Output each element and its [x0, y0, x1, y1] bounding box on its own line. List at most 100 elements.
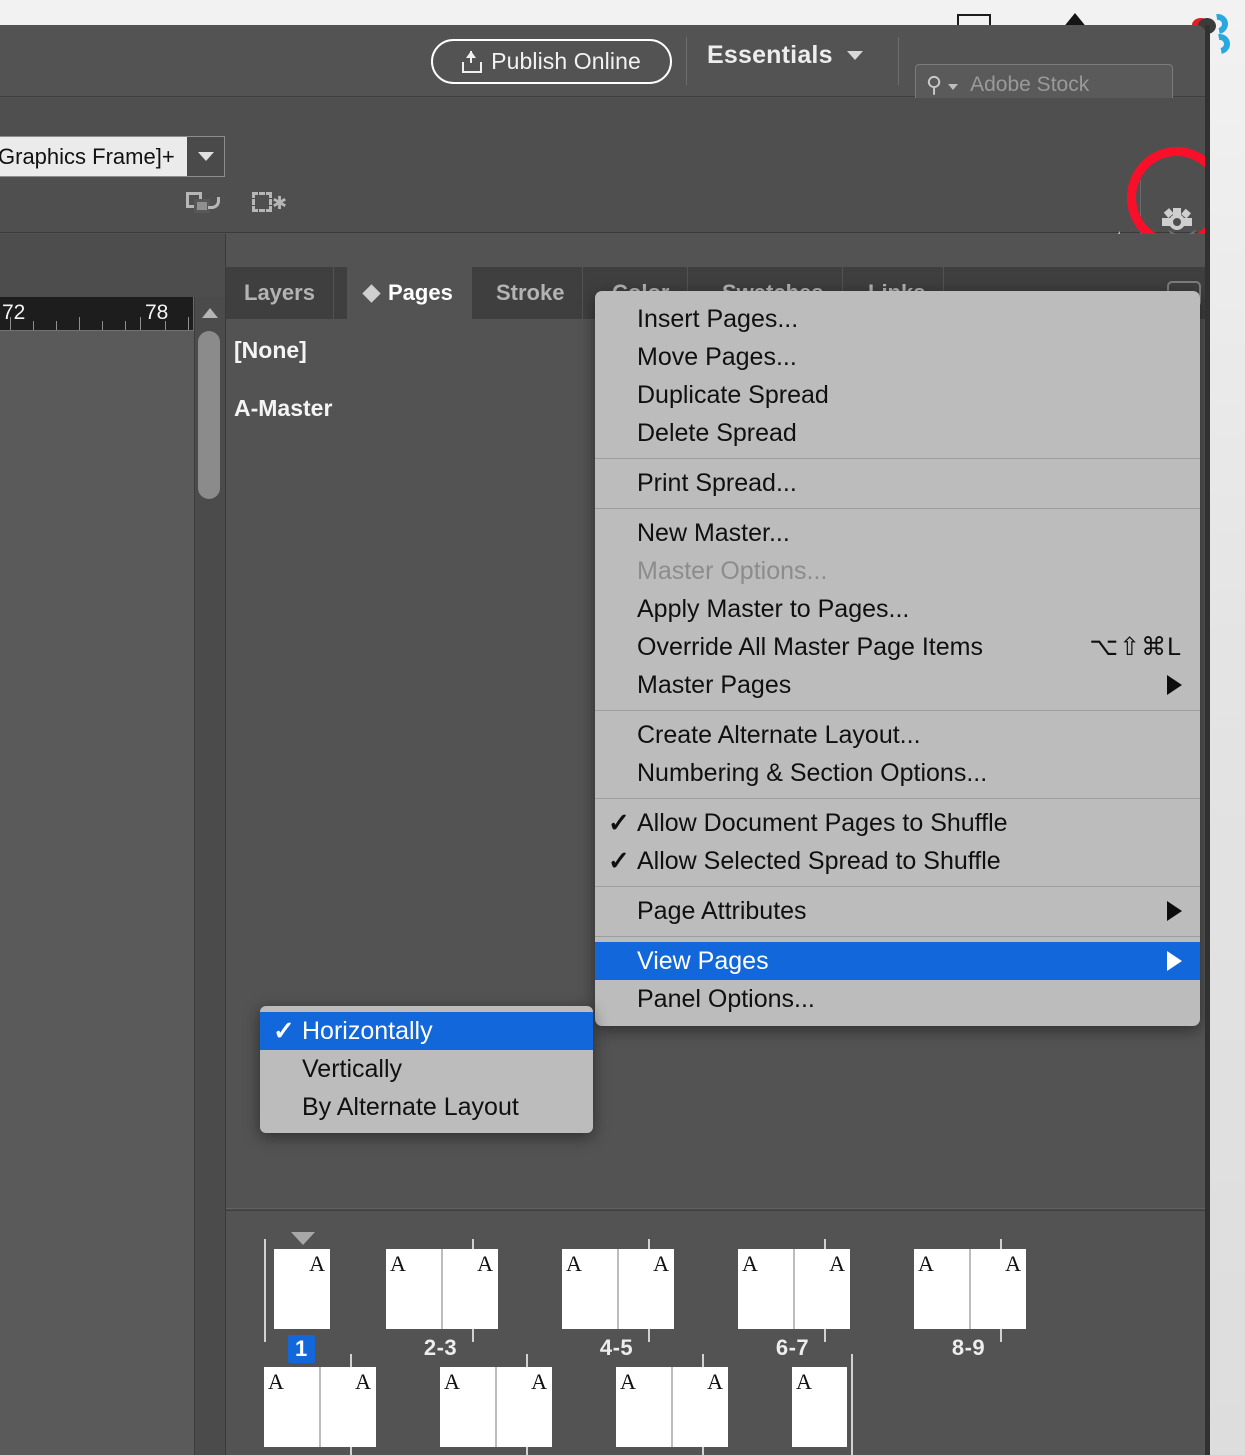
page-thumb[interactable]: A	[274, 1249, 330, 1329]
master-letter: A	[566, 1251, 582, 1276]
page-thumb[interactable]: A	[914, 1249, 969, 1329]
clear-overrides-icon[interactable]	[186, 187, 220, 217]
page-thumb[interactable]: A	[562, 1249, 617, 1329]
page-thumb[interactable]: A	[795, 1249, 850, 1329]
menu-item-master-pages[interactable]: Master Pages	[595, 666, 1200, 704]
submenu-item-vertically[interactable]: Vertically	[260, 1050, 593, 1088]
spread-thumbnail-6-7[interactable]: A A 6-7	[738, 1234, 918, 1360]
spread-thumbnail-8-9[interactable]: A A 8-9	[914, 1234, 1094, 1360]
document-top-strip	[0, 234, 226, 297]
spread-thumbnail-12-13[interactable]: A A 12-13	[440, 1354, 620, 1455]
page-thumb[interactable]: A	[386, 1249, 441, 1329]
master-letter: A	[742, 1251, 758, 1276]
checkmark-icon: ✓	[608, 845, 630, 876]
menu-item-new-master[interactable]: New Master...	[595, 514, 1200, 552]
control-panel: Graphics Frame]+ ✱	[0, 98, 1206, 300]
menu-item-shortcut: ⌥⇧⌘L	[1089, 633, 1182, 661]
menu-item-panel-options[interactable]: Panel Options...	[595, 980, 1200, 1018]
panel-splitter[interactable]	[226, 1208, 1206, 1211]
menu-item-move-pages[interactable]: Move Pages...	[595, 338, 1200, 376]
menu-item-label: Panel Options...	[637, 984, 815, 1013]
object-style-combobox[interactable]: Graphics Frame]+	[0, 136, 225, 177]
master-letter: A	[477, 1251, 493, 1276]
menu-item-page-attributes[interactable]: Page Attributes	[595, 892, 1200, 930]
spread-thumbnail-4-5[interactable]: A A 4-5	[562, 1234, 742, 1360]
break-link-to-style-icon[interactable]: ✱	[250, 187, 287, 217]
menu-item-label: Duplicate Spread	[637, 380, 829, 409]
window-right-border	[1205, 25, 1210, 1455]
page-thumb[interactable]: A	[738, 1249, 793, 1329]
menu-item-delete-spread[interactable]: Delete Spread	[595, 414, 1200, 452]
menu-item-numbering-and-section-options[interactable]: Numbering & Section Options...	[595, 754, 1200, 792]
menu-item-view-pages[interactable]: View Pages	[595, 942, 1200, 980]
page-thumb[interactable]: A	[619, 1249, 674, 1329]
menu-item-label: Allow Document Pages to Shuffle	[637, 808, 1008, 837]
page-thumb[interactable]: A	[443, 1249, 498, 1329]
document-canvas[interactable]	[0, 330, 194, 1455]
submenu-item-horizontally[interactable]: ✓ Horizontally	[260, 1012, 593, 1050]
master-letter: A	[444, 1369, 460, 1394]
master-letter: A	[1005, 1251, 1021, 1276]
menu-separator	[595, 710, 1200, 711]
master-letter: A	[707, 1369, 723, 1394]
menu-item-label: View Pages	[637, 946, 769, 975]
page-thumb[interactable]: A	[792, 1367, 847, 1447]
tab-label-pages: Pages	[388, 280, 453, 305]
workspace-switcher[interactable]: Essentials	[707, 41, 863, 70]
menu-item-label: Insert Pages...	[637, 304, 799, 333]
tab-label-stroke: Stroke	[496, 280, 565, 305]
menu-item-label: Numbering & Section Options...	[637, 758, 988, 787]
horizontal-ruler[interactable]: 72 78	[0, 297, 194, 330]
spread-thumbnail-1[interactable]: A 1	[264, 1232, 384, 1363]
menu-item-allow-document-pages-to-shuffle[interactable]: ✓ Allow Document Pages to Shuffle	[595, 804, 1200, 842]
object-style-value: Graphics Frame]+	[0, 143, 175, 169]
submenu-item-by-alternate-layout[interactable]: By Alternate Layout	[260, 1088, 593, 1126]
indesign-application-window: Publish Online Essentials ⚲ Adobe Stock …	[0, 25, 1206, 1455]
menu-item-master-options: Master Options...	[595, 552, 1200, 590]
publish-upload-icon	[462, 50, 483, 73]
spread-thumbnail-2-3[interactable]: A A 2-3	[386, 1234, 566, 1360]
submenu-item-label: Horizontally	[302, 1016, 433, 1045]
page-thumb[interactable]: A	[971, 1249, 1026, 1329]
page-thumb[interactable]: A	[497, 1367, 552, 1447]
spread-thumbnail-14-15[interactable]: A A 14-15	[616, 1354, 796, 1455]
page-thumb[interactable]: A	[264, 1367, 319, 1447]
selected-spread-indicator	[291, 1232, 315, 1245]
master-letter: A	[531, 1369, 547, 1394]
menu-item-label: Override All Master Page Items	[637, 632, 983, 661]
sidebar-item-layers[interactable]: Layers	[226, 267, 334, 319]
menu-item-label: Master Options...	[637, 556, 828, 585]
page-thumb[interactable]: A	[616, 1367, 671, 1447]
publish-online-label: Publish Online	[491, 48, 641, 74]
sidebar-item-stroke[interactable]: Stroke	[478, 267, 584, 319]
menu-item-allow-selected-spread-to-shuffle[interactable]: ✓ Allow Selected Spread to Shuffle	[595, 842, 1200, 880]
scroll-up-arrow-icon[interactable]	[198, 300, 222, 326]
object-style-dropdown-button[interactable]	[187, 137, 224, 176]
menu-item-label: New Master...	[637, 518, 790, 547]
control-panel-icon-row: ✱	[186, 187, 287, 217]
menu-item-apply-master-to-pages[interactable]: Apply Master to Pages...	[595, 590, 1200, 628]
page-thumb[interactable]: A	[321, 1367, 376, 1447]
menu-item-duplicate-spread[interactable]: Duplicate Spread	[595, 376, 1200, 414]
page-thumb[interactable]: A	[673, 1367, 728, 1447]
workspace-label: Essentials	[707, 41, 833, 69]
menu-item-print-spread[interactable]: Print Spread...	[595, 464, 1200, 502]
menu-item-create-alternate-layout[interactable]: Create Alternate Layout...	[595, 716, 1200, 754]
menu-separator	[595, 508, 1200, 509]
menu-item-insert-pages[interactable]: Insert Pages...	[595, 300, 1200, 338]
master-letter: A	[829, 1251, 845, 1276]
menu-item-override-all-master-page-items[interactable]: Override All Master Page Items ⌥⇧⌘L	[595, 628, 1200, 666]
sidebar-item-pages[interactable]: Pages	[347, 267, 472, 319]
vertical-scrollbar-thumb[interactable]	[198, 331, 220, 499]
page-thumb[interactable]: A	[440, 1367, 495, 1447]
menu-item-label: Print Spread...	[637, 468, 797, 497]
menu-separator	[595, 798, 1200, 799]
checkmark-icon: ✓	[608, 807, 630, 838]
master-page-item-a-master[interactable]: A-Master	[234, 395, 332, 422]
spread-thumbnail-10-11[interactable]: A A 10-11	[264, 1354, 444, 1455]
spread-thumbnail-16[interactable]: A 16	[792, 1354, 912, 1455]
document-canvas-zone: 72 78	[0, 234, 226, 1455]
master-page-item-none[interactable]: [None]	[234, 337, 307, 364]
publish-online-button[interactable]: Publish Online	[431, 39, 672, 84]
menu-item-label: Master Pages	[637, 670, 792, 699]
